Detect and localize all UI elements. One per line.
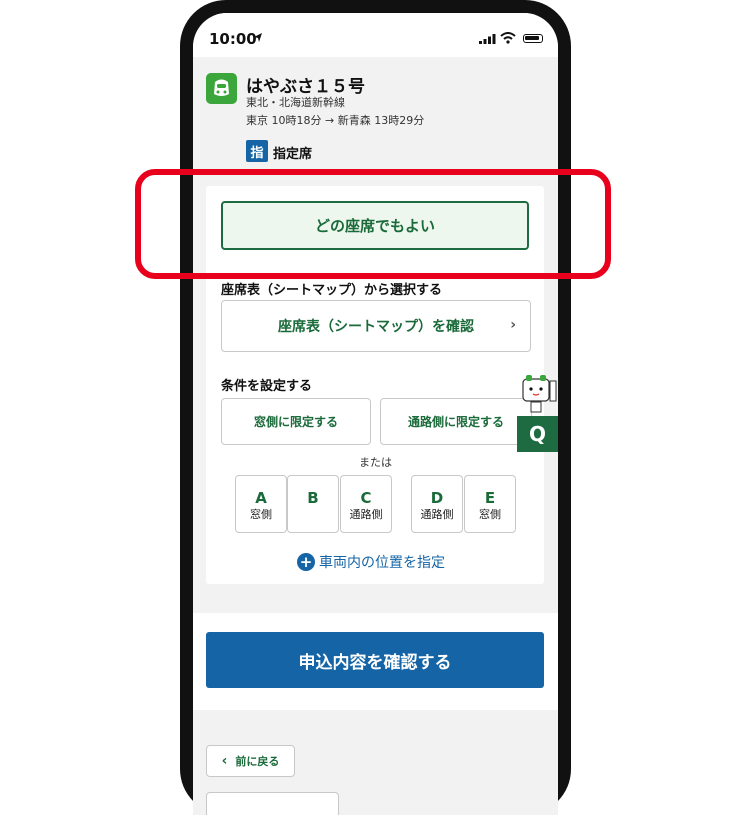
seat-letter: D [430,489,444,507]
seat-letter: A [255,489,267,507]
help-q-button[interactable]: Q [517,416,558,452]
confirm-application-button[interactable]: 申込内容を確認する [206,632,544,688]
back-label: 前に戻る [235,755,280,768]
confirm-label: 申込内容を確認する [298,652,452,673]
seatmap-button-label: 座席表（シートマップ）を確認 [278,319,474,335]
train-schedule: 東京 10時18分 → 新青森 13時29分 [246,114,425,127]
app-screen: 10:00 はやぶさ１５号 東北・北海道新幹線 東京 10時18分 → 新青森 … [193,13,558,815]
reserved-seat-badge: 指 [246,140,268,162]
mascot-helper-icon[interactable] [517,375,558,420]
seatmap-section-title: 座席表（シートマップ）から選択する [221,283,443,298]
shinkansen-train-icon [206,73,237,104]
seat-c-button[interactable]: C 通路側 [340,475,392,533]
seat-type-label: 指定席 [273,147,313,162]
seatmap-button[interactable]: 座席表（シートマップ）を確認 › [221,300,531,352]
wifi-icon [500,32,516,44]
back-button[interactable]: ‹ 前に戻る [206,745,295,777]
seat-b-button[interactable]: B [287,475,339,533]
car-position-label: 車両内の位置を指定 [319,555,445,571]
car-position-link[interactable]: + 車両内の位置を指定 [297,552,445,572]
seat-d-button[interactable]: D 通路側 [411,475,463,533]
seat-position: 窓側 [250,508,272,521]
status-bar: 10:00 [193,13,558,57]
status-time: 10:00 [209,30,257,48]
aisle-only-button[interactable]: 通路側に限定する [380,398,532,445]
any-seat-button[interactable]: どの座席でもよい [221,201,529,250]
conditions-section-title: 条件を設定する [221,379,313,394]
battery-icon [523,34,543,43]
train-line: 東北・北海道新幹線 [246,96,345,109]
chevron-left-icon: ‹ [221,753,228,769]
seat-e-button[interactable]: E 窓側 [464,475,516,533]
chevron-right-icon: › [510,317,516,333]
window-only-label: 窓側に限定する [253,415,338,429]
location-arrow-icon [254,33,262,42]
any-seat-label: どの座席でもよい [314,217,435,235]
seat-letter: B [307,489,319,507]
seat-position: 通路側 [349,508,383,521]
or-label: または [359,456,392,469]
seat-letter: C [360,489,372,507]
seat-position: 窓側 [479,508,501,521]
aisle-only-label: 通路側に限定する [407,415,504,429]
plus-circle-icon: + [297,553,315,571]
window-only-button[interactable]: 窓側に限定する [221,398,371,445]
seat-position: 通路側 [420,508,454,521]
cellular-signal-icon [479,34,496,44]
seat-letter: E [484,489,496,507]
seat-a-button[interactable]: A 窓側 [235,475,287,533]
secondary-button[interactable] [206,792,339,815]
